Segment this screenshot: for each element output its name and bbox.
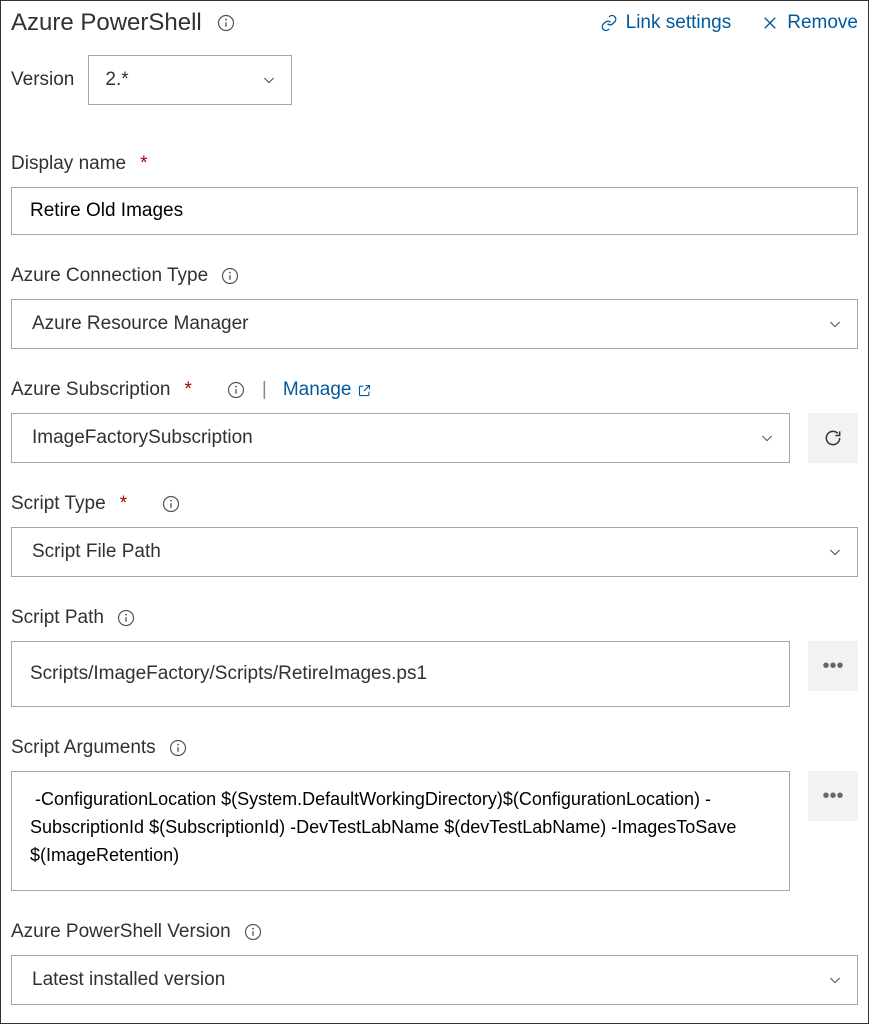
- refresh-icon: [823, 428, 843, 448]
- browse-button[interactable]: •••: [808, 641, 858, 691]
- info-icon[interactable]: [220, 266, 240, 286]
- display-name-label-row: Display name *: [11, 153, 858, 175]
- ellipsis-icon: •••: [822, 656, 843, 676]
- chevron-down-icon: [759, 430, 775, 446]
- manage-link[interactable]: Manage: [283, 379, 373, 401]
- close-icon: [761, 14, 779, 32]
- script-path-field: Script Path Scripts/ImageFactory/Scripts…: [11, 607, 858, 707]
- required-asterisk: *: [184, 379, 191, 401]
- task-title: Azure PowerShell: [11, 9, 202, 37]
- connection-type-field: Azure Connection Type Azure Resource Man…: [11, 265, 858, 349]
- expand-button[interactable]: •••: [808, 771, 858, 821]
- remove-label: Remove: [787, 12, 858, 34]
- version-select[interactable]: 2.*: [88, 55, 292, 105]
- subscription-field: Azure Subscription * | Manage ImageFactor…: [11, 379, 858, 463]
- ps-version-field: Azure PowerShell Version Latest installe…: [11, 921, 858, 1005]
- info-icon[interactable]: [168, 738, 188, 758]
- task-panel: Azure PowerShell Link settings Remove Ve…: [0, 0, 869, 1024]
- required-asterisk: *: [120, 493, 127, 515]
- link-icon: [600, 14, 618, 32]
- info-icon[interactable]: [116, 608, 136, 628]
- version-row: Version 2.*: [11, 55, 858, 105]
- script-args-label-row: Script Arguments: [11, 737, 858, 759]
- ellipsis-icon: •••: [822, 786, 843, 806]
- connection-type-label: Azure Connection Type: [11, 265, 208, 287]
- ps-version-value: Latest installed version: [32, 969, 225, 991]
- script-type-label: Script Type: [11, 493, 106, 515]
- header-links: Link settings Remove: [600, 12, 858, 34]
- remove-link[interactable]: Remove: [761, 12, 858, 34]
- script-path-label-row: Script Path: [11, 607, 858, 629]
- subscription-value: ImageFactorySubscription: [32, 427, 253, 449]
- separator: |: [262, 379, 267, 401]
- manage-label: Manage: [283, 379, 352, 401]
- script-args-input[interactable]: [11, 771, 790, 891]
- chevron-down-icon: [827, 544, 843, 560]
- external-link-icon: [357, 383, 372, 398]
- ps-version-label-row: Azure PowerShell Version: [11, 921, 858, 943]
- link-settings-label: Link settings: [626, 12, 732, 34]
- script-type-field: Script Type * Script File Path: [11, 493, 858, 577]
- display-name-field: Display name *: [11, 153, 858, 235]
- subscription-label: Azure Subscription: [11, 379, 170, 401]
- title-group: Azure PowerShell: [11, 9, 236, 37]
- connection-type-label-row: Azure Connection Type: [11, 265, 858, 287]
- script-type-value: Script File Path: [32, 541, 161, 563]
- chevron-down-icon: [827, 972, 843, 988]
- info-icon[interactable]: [243, 922, 263, 942]
- info-icon[interactable]: [216, 13, 236, 33]
- script-type-label-row: Script Type *: [11, 493, 858, 515]
- subscription-row: ImageFactorySubscription: [11, 413, 858, 463]
- script-path-row: Scripts/ImageFactory/Scripts/RetireImage…: [11, 641, 858, 707]
- chevron-down-icon: [261, 72, 277, 88]
- header-row: Azure PowerShell Link settings Remove: [11, 9, 858, 37]
- script-path-label: Script Path: [11, 607, 104, 629]
- link-settings-link[interactable]: Link settings: [600, 12, 732, 34]
- connection-type-select[interactable]: Azure Resource Manager: [11, 299, 858, 349]
- info-icon[interactable]: [161, 494, 181, 514]
- script-path-value: Scripts/ImageFactory/Scripts/RetireImage…: [30, 663, 427, 685]
- ps-version-label: Azure PowerShell Version: [11, 921, 231, 943]
- chevron-down-icon: [827, 316, 843, 332]
- script-path-input[interactable]: Scripts/ImageFactory/Scripts/RetireImage…: [11, 641, 790, 707]
- script-args-row: •••: [11, 771, 858, 891]
- display-name-input[interactable]: [11, 187, 858, 235]
- script-type-select[interactable]: Script File Path: [11, 527, 858, 577]
- ps-version-select[interactable]: Latest installed version: [11, 955, 858, 1005]
- refresh-button[interactable]: [808, 413, 858, 463]
- subscription-label-row: Azure Subscription * | Manage: [11, 379, 858, 401]
- version-label: Version: [11, 69, 74, 91]
- connection-type-value: Azure Resource Manager: [32, 313, 249, 335]
- script-args-label: Script Arguments: [11, 737, 156, 759]
- required-asterisk: *: [140, 153, 147, 175]
- script-args-field: Script Arguments •••: [11, 737, 858, 891]
- subscription-select[interactable]: ImageFactorySubscription: [11, 413, 790, 463]
- info-icon[interactable]: [226, 380, 246, 400]
- version-value: 2.*: [105, 69, 128, 91]
- display-name-label: Display name: [11, 153, 126, 175]
